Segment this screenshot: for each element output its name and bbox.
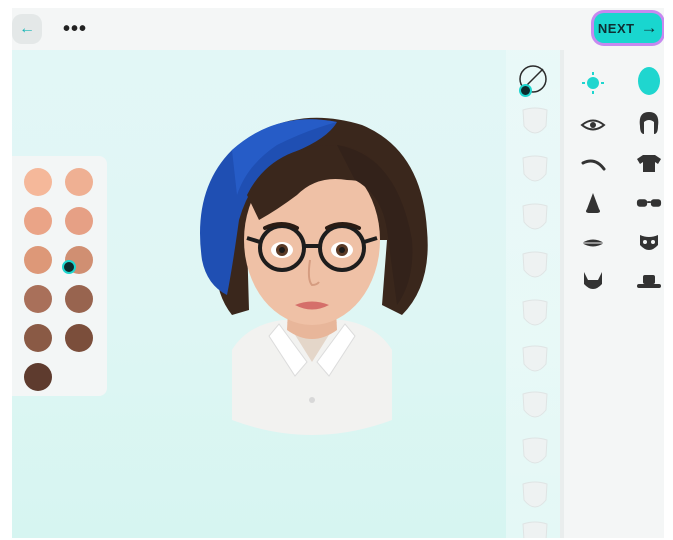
skin-swatch-selected[interactable] <box>62 246 93 274</box>
hair-icon[interactable] <box>636 110 662 136</box>
more-options-button[interactable]: ••• <box>62 16 88 42</box>
face-shape-option[interactable] <box>518 480 552 514</box>
skin-swatch[interactable] <box>24 324 52 352</box>
hat-icon[interactable] <box>636 268 662 294</box>
skin-swatch[interactable] <box>65 207 93 235</box>
eyebrow-icon[interactable] <box>580 152 606 178</box>
skin-swatch[interactable] <box>65 324 93 352</box>
category-panel <box>564 50 664 538</box>
eye-icon[interactable] <box>580 112 606 138</box>
face-shape-option[interactable] <box>518 202 552 236</box>
face-shape-option[interactable] <box>518 106 552 140</box>
skin-swatch[interactable] <box>24 363 52 391</box>
nose-icon[interactable] <box>580 190 606 216</box>
face-shape-option[interactable] <box>518 250 552 284</box>
shirt-icon[interactable] <box>636 150 662 176</box>
top-bar: ← ••• NEXT → <box>12 8 664 50</box>
more-icon: ••• <box>62 17 87 40</box>
face-shape-option[interactable] <box>518 436 552 470</box>
back-arrow-icon: ← <box>19 20 35 37</box>
skin-swatch[interactable] <box>65 168 93 196</box>
face-shape-option[interactable] <box>518 154 552 188</box>
lips-icon[interactable] <box>580 230 606 256</box>
skin-swatch[interactable] <box>24 168 52 196</box>
selected-indicator <box>519 84 532 97</box>
skin-swatch[interactable] <box>24 285 52 313</box>
skin-swatch[interactable] <box>24 207 52 235</box>
face-shape-option[interactable] <box>518 390 552 424</box>
face-shape-option[interactable] <box>518 298 552 332</box>
face-shape-icon[interactable] <box>580 70 606 96</box>
arrow-right-icon: → <box>640 18 659 37</box>
back-button[interactable]: ← <box>12 14 42 44</box>
skin-tone-palette <box>12 156 107 396</box>
next-label: NEXT <box>597 20 635 36</box>
skin-swatch[interactable] <box>65 285 93 313</box>
head-icon[interactable] <box>636 67 662 95</box>
avatar-preview[interactable] <box>177 100 447 460</box>
beard-icon[interactable] <box>580 268 606 294</box>
next-button[interactable]: NEXT → <box>594 13 662 43</box>
avatar-editor: ← ••• NEXT → <box>12 8 664 538</box>
selected-indicator <box>62 260 76 274</box>
face-shape-option[interactable] <box>518 344 552 378</box>
glasses-icon[interactable] <box>636 190 662 216</box>
skin-swatch[interactable] <box>24 246 52 274</box>
face-shape-option[interactable] <box>518 520 552 538</box>
mask-icon[interactable] <box>636 230 662 256</box>
